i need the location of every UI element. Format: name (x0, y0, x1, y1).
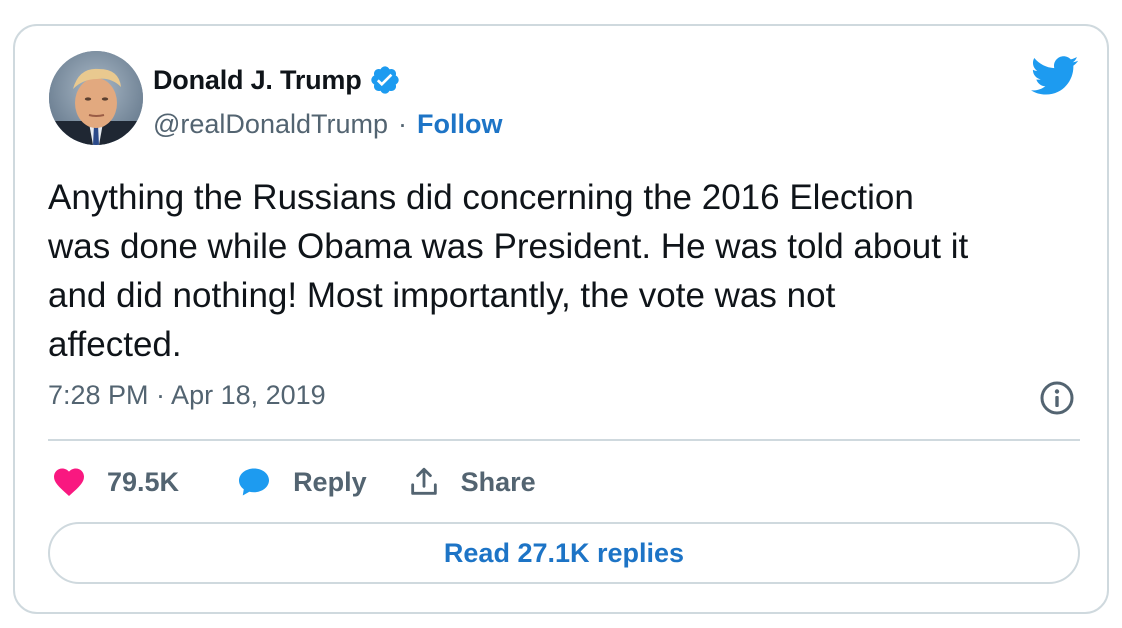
avatar-image (49, 51, 143, 145)
follow-link[interactable]: Follow (417, 109, 502, 140)
action-bar: 79.5K Reply Share (51, 458, 536, 506)
share-label: Share (460, 466, 536, 497)
like-count: 79.5K (107, 466, 180, 497)
tweet-embed-card: Donald J. Trump @realDonaldTrump · Follo… (13, 24, 1109, 614)
reply-button[interactable]: Reply (235, 464, 367, 500)
share-upload-icon (410, 467, 437, 495)
twitter-bird-icon[interactable] (1030, 56, 1079, 96)
read-replies-button[interactable]: Read 27.1K replies (48, 522, 1080, 584)
tweet-text: Anything the Russians did concerning the… (48, 178, 969, 364)
like-button[interactable]: 79.5K (51, 464, 179, 500)
info-icon[interactable] (1039, 380, 1075, 416)
handle-row: @realDonaldTrump · Follow (153, 104, 502, 144)
read-replies-label: Read 27.1K replies (443, 537, 685, 568)
separator-dot: · (398, 108, 407, 139)
reply-label: Reply (293, 466, 367, 497)
speech-bubble-icon (239, 468, 270, 496)
share-button[interactable]: Share (407, 465, 536, 499)
author-name-row: Donald J. Trump (153, 60, 401, 100)
author-handle[interactable]: @realDonaldTrump (153, 109, 388, 140)
avatar[interactable] (49, 51, 143, 145)
tweet-timestamp[interactable]: 7:28 PM · Apr 18, 2019 (48, 380, 326, 411)
verified-badge-icon (369, 64, 401, 96)
heart-icon (54, 468, 84, 497)
divider (48, 439, 1080, 441)
author-name[interactable]: Donald J. Trump (153, 65, 362, 96)
